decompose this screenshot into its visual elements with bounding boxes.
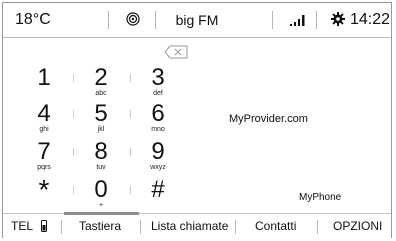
- key-digit: 6: [151, 100, 165, 127]
- key-letters: +: [98, 202, 104, 209]
- key-8[interactable]: 8 tuv: [83, 140, 119, 172]
- key-3[interactable]: 3 def: [140, 66, 176, 98]
- key-letters: pqrs: [37, 164, 51, 171]
- tab-call-list[interactable]: Lista chiamate: [151, 219, 228, 233]
- key-6[interactable]: 6 mno: [140, 102, 176, 134]
- key-divider: [73, 148, 74, 156]
- divider: [272, 11, 273, 29]
- key-letters: def: [153, 90, 163, 97]
- key-star[interactable]: *: [26, 174, 62, 205]
- key-letters: tuv: [96, 164, 106, 171]
- key-letters: abc: [95, 90, 107, 97]
- key-digit: 4: [37, 100, 51, 127]
- key-divider: [73, 74, 74, 82]
- divider: [316, 11, 317, 29]
- tab-keypad[interactable]: Tastiera: [79, 219, 121, 233]
- key-digit: #: [151, 176, 165, 203]
- tab-divider: [61, 220, 62, 234]
- key-divider: [73, 186, 74, 194]
- key-1[interactable]: 1: [26, 66, 62, 90]
- key-letters: wxyz: [150, 164, 166, 171]
- key-letters: mno: [151, 126, 165, 133]
- key-divider: [73, 110, 74, 118]
- active-tab-indicator: [64, 212, 139, 215]
- key-divider: [130, 186, 131, 194]
- tab-tel[interactable]: TEL: [11, 219, 33, 233]
- key-divider: [130, 74, 131, 82]
- key-2[interactable]: 2 abc: [83, 66, 119, 98]
- key-digit: 3: [151, 64, 165, 91]
- key-0[interactable]: 0 +: [83, 178, 119, 210]
- provider-name: MyProvider.com: [229, 113, 308, 125]
- key-digit: 1: [37, 64, 51, 91]
- key-9[interactable]: 9 wxyz: [140, 140, 176, 172]
- backspace-icon[interactable]: [164, 45, 188, 59]
- key-digit: 7: [37, 138, 51, 165]
- key-digit: 8: [94, 138, 108, 165]
- phone-battery-icon: [41, 220, 47, 232]
- key-digit: *: [38, 174, 50, 205]
- tab-divider: [235, 220, 236, 234]
- key-divider: [130, 110, 131, 118]
- tab-contacts[interactable]: Contatti: [255, 219, 296, 233]
- tab-divider: [140, 220, 141, 234]
- key-5[interactable]: 5 jkl: [83, 102, 119, 134]
- key-4[interactable]: 4 ghi: [26, 102, 62, 134]
- signal-bars-icon: [290, 15, 305, 26]
- connected-phone-name: MyPhone: [299, 192, 342, 203]
- key-7[interactable]: 7 pqrs: [26, 140, 62, 172]
- gear-icon[interactable]: [331, 12, 345, 26]
- key-letters: ghi: [39, 126, 49, 133]
- key-digit: 5: [94, 100, 108, 127]
- key-digit: 9: [151, 138, 165, 165]
- tab-divider: [317, 220, 318, 234]
- status-bar: 18°C big FM 14:22: [3, 3, 391, 38]
- key-digit: 2: [94, 64, 108, 91]
- key-divider: [130, 148, 131, 156]
- key-letters: jkl: [97, 126, 105, 133]
- key-hash[interactable]: #: [140, 178, 176, 202]
- tab-bar: TEL Tastiera Lista chiamate Contatti OPZ…: [3, 212, 391, 238]
- clock: 14:22: [350, 11, 391, 28]
- key-digit: 0: [94, 176, 108, 203]
- tab-options[interactable]: OPZIONI: [333, 219, 382, 233]
